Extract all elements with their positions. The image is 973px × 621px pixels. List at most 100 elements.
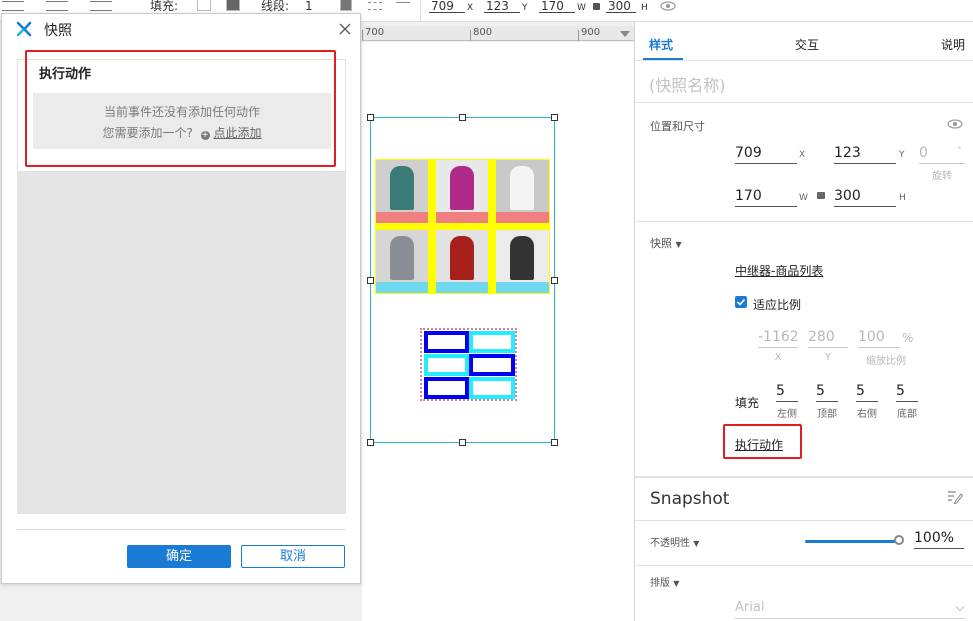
mini-cell xyxy=(424,331,469,353)
resize-handle-ne[interactable] xyxy=(551,114,558,121)
fill-color-swatch[interactable] xyxy=(197,0,211,11)
scale-input[interactable]: 100 xyxy=(858,328,900,348)
ruler-dropdown-icon[interactable] xyxy=(620,31,630,37)
product-tile xyxy=(496,160,549,223)
scale-value: 100 xyxy=(858,329,885,345)
align-right-icon[interactable] xyxy=(90,1,112,11)
stroke-label: 线段: xyxy=(261,0,290,13)
width-unit: W xyxy=(799,193,808,203)
ruler-tick xyxy=(578,30,579,41)
fill-style-swatch[interactable] xyxy=(226,0,240,11)
widget-name-input[interactable]: (快照名称) xyxy=(649,72,726,96)
product-tile xyxy=(436,160,488,223)
opacity-slider-thumb[interactable] xyxy=(894,535,904,545)
resize-handle-n[interactable] xyxy=(459,114,466,121)
opacity-label[interactable]: 不透明性 ▼ xyxy=(650,534,699,549)
dialog-footer-divider xyxy=(17,529,346,530)
toolbar-h-unit: H xyxy=(641,3,648,13)
product-caption-bar xyxy=(436,212,488,223)
padding-top-input[interactable]: 5 xyxy=(816,382,838,402)
arrow-style-icon[interactable] xyxy=(396,2,410,10)
toolbar-x-value[interactable]: 709 xyxy=(431,0,454,12)
product-caption-bar xyxy=(376,212,428,223)
height-unit: H xyxy=(899,193,906,203)
mini-cell xyxy=(424,377,469,399)
lock-aspect-icon[interactable] xyxy=(817,192,825,199)
align-center-icon[interactable] xyxy=(46,1,68,11)
dialog-title: 快照 xyxy=(44,23,72,39)
resize-handle-sw[interactable] xyxy=(367,439,374,446)
axure-logo-icon xyxy=(16,21,32,37)
toolbar-y-value[interactable]: 123 xyxy=(486,0,509,12)
visibility-eye-icon[interactable] xyxy=(659,0,677,12)
snapshot-label-text: 快照 xyxy=(650,237,672,250)
x-input[interactable]: 709 xyxy=(735,144,797,164)
padding-right-input[interactable]: 5 xyxy=(856,382,878,402)
toolbar-w-value[interactable]: 170 xyxy=(541,0,564,12)
tab-notes[interactable]: 说明 xyxy=(941,36,965,53)
close-icon[interactable] xyxy=(338,22,352,36)
layout-label[interactable]: 排版 ▼ xyxy=(650,574,679,589)
section-divider xyxy=(635,221,973,222)
padding-bottom-input[interactable]: 5 xyxy=(896,382,918,402)
tab-style[interactable]: 样式 xyxy=(649,36,673,53)
opacity-input[interactable]: 100% xyxy=(914,529,964,549)
offset-x-input[interactable]: -1162 xyxy=(758,328,799,348)
style-title: Snapshot xyxy=(650,489,730,509)
lock-icon[interactable] xyxy=(593,3,600,10)
fill-label: 填充: xyxy=(150,0,179,13)
height-value: 300 xyxy=(834,188,861,204)
height-input[interactable]: 300 xyxy=(834,187,896,207)
section-divider xyxy=(635,102,973,103)
product-image xyxy=(450,166,474,210)
toolbar-h-value[interactable]: 300 xyxy=(608,0,631,12)
resize-handle-nw[interactable] xyxy=(367,114,374,121)
snapshot-widget[interactable] xyxy=(370,117,555,443)
caret-down-icon: ▼ xyxy=(675,240,682,249)
toolbar-y-underline xyxy=(484,12,520,13)
resize-handle-s[interactable] xyxy=(459,439,466,446)
snapshot-section-label[interactable]: 快照 ▼ xyxy=(650,235,682,251)
font-family-select[interactable]: Arial xyxy=(735,600,965,619)
fit-ratio-checkbox[interactable] xyxy=(735,296,747,308)
fit-ratio-label[interactable]: 适应比例 xyxy=(753,296,801,313)
rotation-label: 旋转 xyxy=(932,171,952,182)
opacity-slider-track[interactable] xyxy=(805,540,900,543)
align-left-icon[interactable] xyxy=(2,1,24,11)
stroke-pattern-icon[interactable] xyxy=(368,2,382,10)
offset-x-label: X xyxy=(774,352,782,363)
snapshot-product-grid xyxy=(375,159,550,294)
product-tile xyxy=(496,230,549,293)
confirm-button[interactable]: 确定 xyxy=(127,545,231,568)
y-input[interactable]: 123 xyxy=(834,144,896,164)
cancel-button[interactable]: 取消 xyxy=(241,545,345,568)
product-image xyxy=(450,236,474,280)
caret-down-icon: ▼ xyxy=(693,539,700,548)
toolbar-w-underline xyxy=(539,12,575,13)
visibility-eye-icon[interactable] xyxy=(946,118,964,130)
rotation-value: 0 xyxy=(919,145,928,161)
scale-label: 缩放比例 xyxy=(866,356,906,367)
resize-handle-w[interactable] xyxy=(367,277,374,284)
product-caption-bar xyxy=(496,212,549,223)
resize-handle-e[interactable] xyxy=(551,277,558,284)
padding-bottom-value: 5 xyxy=(896,383,905,399)
resize-handle-se[interactable] xyxy=(551,439,558,446)
opacity-label-text: 不透明性 xyxy=(650,538,690,549)
opacity-value: 100% xyxy=(914,530,955,546)
offset-y-label: Y xyxy=(824,352,832,363)
stroke-width-value[interactable]: 1 xyxy=(305,0,313,12)
y-value: 123 xyxy=(834,145,861,161)
padding-top-label: 顶部 xyxy=(817,409,837,420)
width-input[interactable]: 170 xyxy=(735,187,797,207)
tab-interaction[interactable]: 交互 xyxy=(795,36,819,53)
offset-y-input[interactable]: 280 xyxy=(808,328,848,348)
edit-style-icon[interactable] xyxy=(947,490,963,504)
offset-x-value: -1162 xyxy=(758,329,799,345)
product-image xyxy=(510,236,534,280)
snapshot-target-link[interactable]: 中继器-商品列表 xyxy=(735,262,823,279)
ruler-label-700: 700 xyxy=(365,27,385,38)
padding-left-input[interactable]: 5 xyxy=(776,382,798,402)
stroke-color-swatch[interactable] xyxy=(340,0,352,11)
x-value: 709 xyxy=(735,145,762,161)
